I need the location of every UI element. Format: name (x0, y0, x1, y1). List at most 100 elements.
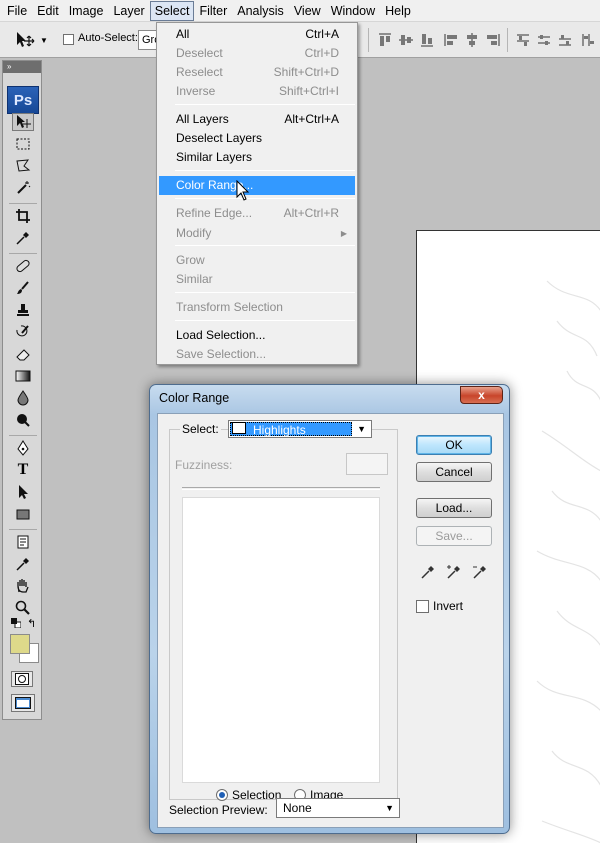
path-selection-icon (19, 485, 28, 499)
cancel-button[interactable]: Cancel (416, 462, 492, 482)
hand-tool[interactable] (12, 577, 34, 595)
save-button[interactable]: Save... (416, 526, 492, 546)
tools-panel: » Ps T ↰ (2, 60, 42, 720)
menu-analysis[interactable]: Analysis (232, 1, 289, 21)
menu-item-similar-layers[interactable]: Similar Layers (159, 148, 355, 167)
menu-item-color-range[interactable]: Color Range... (159, 176, 355, 195)
notes-tool[interactable] (12, 533, 34, 551)
move-tool-icon[interactable] (14, 30, 36, 50)
distribute-vcenter-icon[interactable] (536, 32, 552, 48)
clone-stamp-tool[interactable] (12, 301, 34, 319)
align-bottom-icon[interactable] (419, 32, 435, 48)
hand-icon (17, 579, 29, 593)
default-colors-icon[interactable] (11, 618, 21, 628)
menu-filter[interactable]: Filter (194, 1, 232, 21)
path-selection-tool[interactable] (12, 483, 34, 501)
selection-preview-area[interactable] (182, 497, 380, 783)
menu-edit[interactable]: Edit (32, 1, 64, 21)
magic-wand-tool[interactable] (12, 179, 34, 197)
dodge-tool[interactable] (12, 411, 34, 429)
close-button[interactable]: x (460, 386, 503, 404)
eyedropper-tool[interactable] (12, 229, 34, 247)
type-tool-icon[interactable]: T (12, 461, 34, 479)
distribute-bottom-icon[interactable] (557, 32, 573, 48)
quick-mask-button[interactable] (11, 671, 33, 687)
healing-brush-tool[interactable] (12, 257, 34, 275)
invert-checkbox[interactable]: Invert (416, 599, 463, 613)
history-brush-tool[interactable] (12, 323, 34, 341)
menu-separator (175, 198, 355, 199)
eyedropper-icon (16, 232, 29, 245)
selection-preview-value: None (283, 801, 312, 815)
menu-item-save-selection[interactable]: Save Selection... (159, 345, 355, 364)
eyedropper-plus-icon[interactable] (446, 564, 462, 580)
menu-item-deselect[interactable]: Deselect Ctrl+D (159, 44, 355, 63)
menu-item-refine-edge[interactable]: Refine Edge... Alt+Ctrl+R (159, 204, 355, 223)
menu-window[interactable]: Window (326, 1, 380, 21)
foreground-color-swatch[interactable] (10, 634, 30, 654)
menu-layer[interactable]: Layer (108, 1, 149, 21)
menu-item-transform-selection[interactable]: Transform Selection (159, 298, 355, 317)
align-top-icon[interactable] (377, 32, 393, 48)
marquee-tool[interactable] (12, 135, 34, 153)
crop-tool[interactable] (12, 207, 34, 225)
fuzziness-input[interactable] (346, 453, 388, 475)
close-icon: x (478, 388, 485, 402)
load-button[interactable]: Load... (416, 498, 492, 518)
menu-item-similar[interactable]: Similar (159, 270, 355, 289)
distribute-left-icon[interactable] (580, 32, 596, 48)
menu-item-all-layers[interactable]: All Layers Alt+Ctrl+A (159, 110, 355, 129)
menu-select[interactable]: Select (149, 0, 195, 21)
tool-preset-chevron-icon[interactable]: ▼ (40, 36, 48, 45)
move-tool[interactable] (12, 113, 34, 131)
shape-tool[interactable] (12, 505, 34, 523)
menu-item-modify[interactable]: Modify ▶ (159, 224, 355, 243)
menu-separator (175, 104, 355, 105)
eyedropper-minus-icon[interactable] (472, 564, 488, 580)
menu-file[interactable]: File (2, 1, 32, 21)
history-brush-icon (16, 325, 29, 337)
invert-label: Invert (433, 599, 464, 613)
menu-item-all[interactable]: All Ctrl+A (159, 25, 355, 44)
select-dropdown[interactable]: Highlights ▼ (228, 420, 372, 438)
screen-mode-button[interactable] (11, 694, 35, 712)
ok-button[interactable]: OK (416, 435, 492, 455)
blur-tool[interactable] (12, 389, 34, 407)
highlights-swatch-icon (232, 422, 246, 434)
fuzziness-slider[interactable] (182, 487, 380, 490)
eyedropper-icon[interactable] (420, 564, 436, 580)
menu-separator (175, 320, 355, 321)
gradient-tool[interactable] (12, 367, 34, 385)
radio-selection[interactable]: Selection (216, 788, 281, 802)
color-sampler-tool[interactable] (12, 555, 34, 573)
lasso-tool[interactable] (12, 157, 34, 175)
zoom-tool[interactable] (12, 599, 34, 617)
align-right-icon[interactable] (485, 32, 501, 48)
menu-help[interactable]: Help (380, 1, 416, 21)
auto-select-checkbox[interactable] (63, 34, 74, 45)
tools-panel-collapse-icon[interactable]: » (3, 61, 41, 73)
photoshop-logo: Ps (7, 86, 39, 114)
tools-divider (9, 435, 37, 436)
swap-colors-icon[interactable]: ↰ (27, 617, 36, 630)
auto-select-label: Auto-Select: (78, 32, 138, 44)
align-left-icon[interactable] (443, 32, 459, 48)
menu-item-load-selection[interactable]: Load Selection... (159, 326, 355, 345)
align-vcenter-icon[interactable] (398, 32, 414, 48)
mouse-pointer-icon (236, 180, 250, 201)
menu-view[interactable]: View (289, 1, 326, 21)
distribute-top-icon[interactable] (515, 32, 531, 48)
menu-item-deselect-layers[interactable]: Deselect Layers (159, 129, 355, 148)
menu-image[interactable]: Image (64, 1, 109, 21)
align-hcenter-icon[interactable] (464, 32, 480, 48)
pen-tool[interactable] (12, 439, 34, 457)
eraser-tool[interactable] (12, 345, 34, 363)
brush-tool[interactable] (12, 279, 34, 297)
options-separator (368, 28, 369, 52)
menu-separator (175, 292, 355, 293)
menu-item-grow[interactable]: Grow (159, 251, 355, 270)
menu-item-reselect[interactable]: Reselect Shift+Ctrl+D (159, 63, 355, 82)
stamp-icon (17, 304, 29, 316)
menu-item-inverse[interactable]: Inverse Shift+Ctrl+I (159, 82, 355, 101)
selection-preview-dropdown[interactable]: None ▼ (276, 798, 400, 818)
